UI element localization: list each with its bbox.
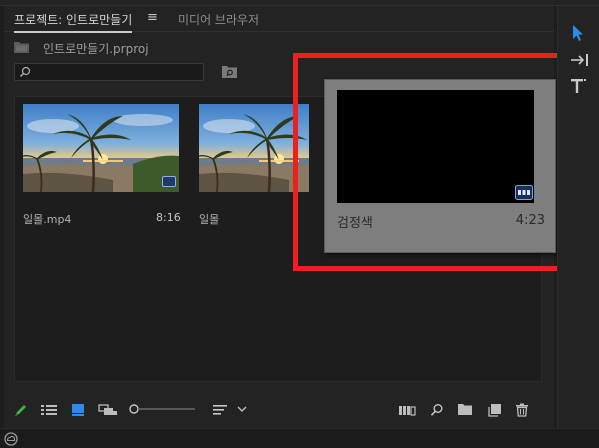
clip-name: 일몰 xyxy=(199,213,220,226)
automate-to-sequence-icon[interactable] xyxy=(398,403,416,417)
tools-panel xyxy=(557,6,599,428)
creative-cloud-icon[interactable] xyxy=(4,432,18,446)
new-item-icon[interactable] xyxy=(488,403,502,417)
find-in-bin-icon[interactable] xyxy=(222,65,237,78)
tab-media-browser[interactable]: 미디어 브라우저 xyxy=(178,11,259,28)
project-file-name: 인트로만들기.prproj xyxy=(43,42,149,56)
trash-icon[interactable] xyxy=(515,403,529,417)
folder-icon xyxy=(14,42,29,53)
list-view-icon[interactable] xyxy=(40,403,58,417)
track-select-tool-icon[interactable] xyxy=(570,53,590,67)
sort-icon[interactable] xyxy=(212,403,228,417)
status-bar xyxy=(0,428,599,448)
search-icon xyxy=(19,66,31,78)
search-input[interactable] xyxy=(14,63,204,81)
clip-thumbnail[interactable] xyxy=(23,104,179,192)
panel-tabs: 프로젝트: 인트로만들기 ≡ 미디어 브라우저 xyxy=(4,6,554,33)
freeform-view-icon[interactable] xyxy=(98,403,118,417)
pencil-icon[interactable] xyxy=(14,403,28,417)
clip-name: 일몰.mp4 xyxy=(23,213,72,226)
zoom-slider[interactable] xyxy=(128,401,196,417)
new-bin-icon[interactable] xyxy=(457,403,473,416)
clip-duration: 8:16 xyxy=(156,211,181,224)
icon-view-icon[interactable] xyxy=(71,403,85,417)
panel-footer-toolbar xyxy=(4,395,554,423)
chevron-down-icon[interactable] xyxy=(237,405,247,413)
project-panel: 프로젝트: 인트로만들기 ≡ 미디어 브라우저 인트로만들기.prproj 일몰… xyxy=(4,6,578,428)
video-badge-icon xyxy=(162,176,176,187)
type-tool-icon[interactable] xyxy=(570,78,588,94)
selection-tool-icon[interactable] xyxy=(570,24,586,42)
find-icon[interactable] xyxy=(430,403,444,417)
clip-item[interactable]: 일몰.mp4 8:16 xyxy=(23,104,181,228)
tab-project[interactable]: 프로젝트: 인트로만들기 xyxy=(14,11,133,33)
panel-menu-icon[interactable]: ≡ xyxy=(147,10,158,25)
highlight-box xyxy=(293,53,578,271)
